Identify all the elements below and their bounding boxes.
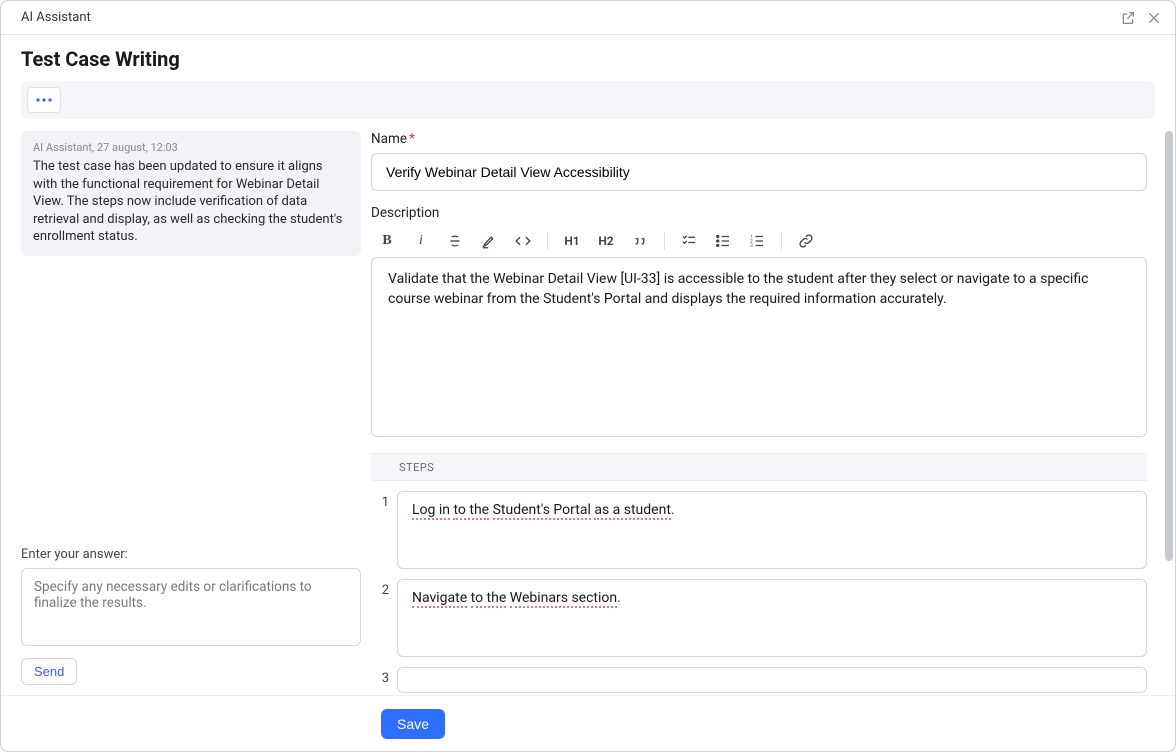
name-input[interactable] [371,153,1147,191]
checklist-icon[interactable] [679,231,699,251]
assistant-message: AI Assistant, 27 august, 12:03 The test … [21,131,361,256]
step-number: 2 [371,579,389,598]
chat-panel: AI Assistant, 27 august, 12:03 The test … [21,131,371,695]
steps-header: STEPS [371,453,1147,481]
h1-icon[interactable]: H1 [562,231,582,251]
step-number: 1 [371,491,389,510]
step-row: 1 Log in to the Student's Portal as a stu… [371,491,1147,569]
spellcheck-word: Student's Portal [493,502,591,520]
footer: Save [1,695,1175,751]
code-icon[interactable] [513,231,533,251]
italic-icon[interactable]: i [411,231,431,251]
svg-text:3: 3 [750,243,753,249]
form-panel: Name* Description B i [371,131,1163,695]
bold-icon[interactable]: B [377,231,397,251]
h2-icon[interactable]: H2 [596,231,616,251]
answer-label: Enter your answer: [21,547,361,562]
page-title: Test Case Writing [1,35,1175,81]
close-icon[interactable] [1145,9,1163,27]
spellcheck-word: Log in [412,502,450,520]
scrollbar[interactable] [1163,131,1173,679]
context-bar [21,81,1155,119]
steps-header-label: STEPS [399,461,434,474]
bullet-list-icon[interactable] [713,231,733,251]
step-number: 3 [371,667,389,686]
spellcheck-word: Webinars section [510,590,617,608]
quote-icon[interactable] [630,231,650,251]
description-label: Description [371,205,1147,221]
description-input[interactable]: Validate that the Webinar Detail View [U… [371,257,1147,437]
spellcheck-word: to the [471,590,507,608]
step-input[interactable]: Navigate to the Webinars section. [397,579,1147,657]
assistant-message-body: The test case has been updated to ensure… [33,158,349,246]
highlight-icon[interactable] [479,231,499,251]
step-row: 2 Navigate to the Webinars section. [371,579,1147,657]
spellcheck-word: as a student [594,502,671,520]
answer-input[interactable] [21,568,361,646]
more-menu-button[interactable] [27,87,61,113]
assistant-message-meta: AI Assistant, 27 august, 12:03 [33,141,349,154]
numbered-list-icon[interactable]: 123 [747,231,767,251]
required-marker: * [409,131,415,147]
strikethrough-icon[interactable] [445,231,465,251]
scrollbar-thumb[interactable] [1165,131,1173,561]
richtext-toolbar: B i H1 H [371,227,1147,257]
link-icon[interactable] [796,231,816,251]
save-button[interactable]: Save [381,709,445,739]
step-input[interactable]: Log in to the Student's Portal as a stud… [397,491,1147,569]
step-row: 3 [371,667,1147,693]
send-button[interactable]: Send [21,658,77,685]
step-input[interactable] [397,667,1147,693]
titlebar: AI Assistant [1,1,1175,35]
name-label: Name* [371,131,1147,147]
spellcheck-word: to the [453,502,489,520]
popout-icon[interactable] [1119,9,1137,27]
app-title: AI Assistant [21,10,91,25]
spellcheck-word: Navigate [412,590,467,608]
